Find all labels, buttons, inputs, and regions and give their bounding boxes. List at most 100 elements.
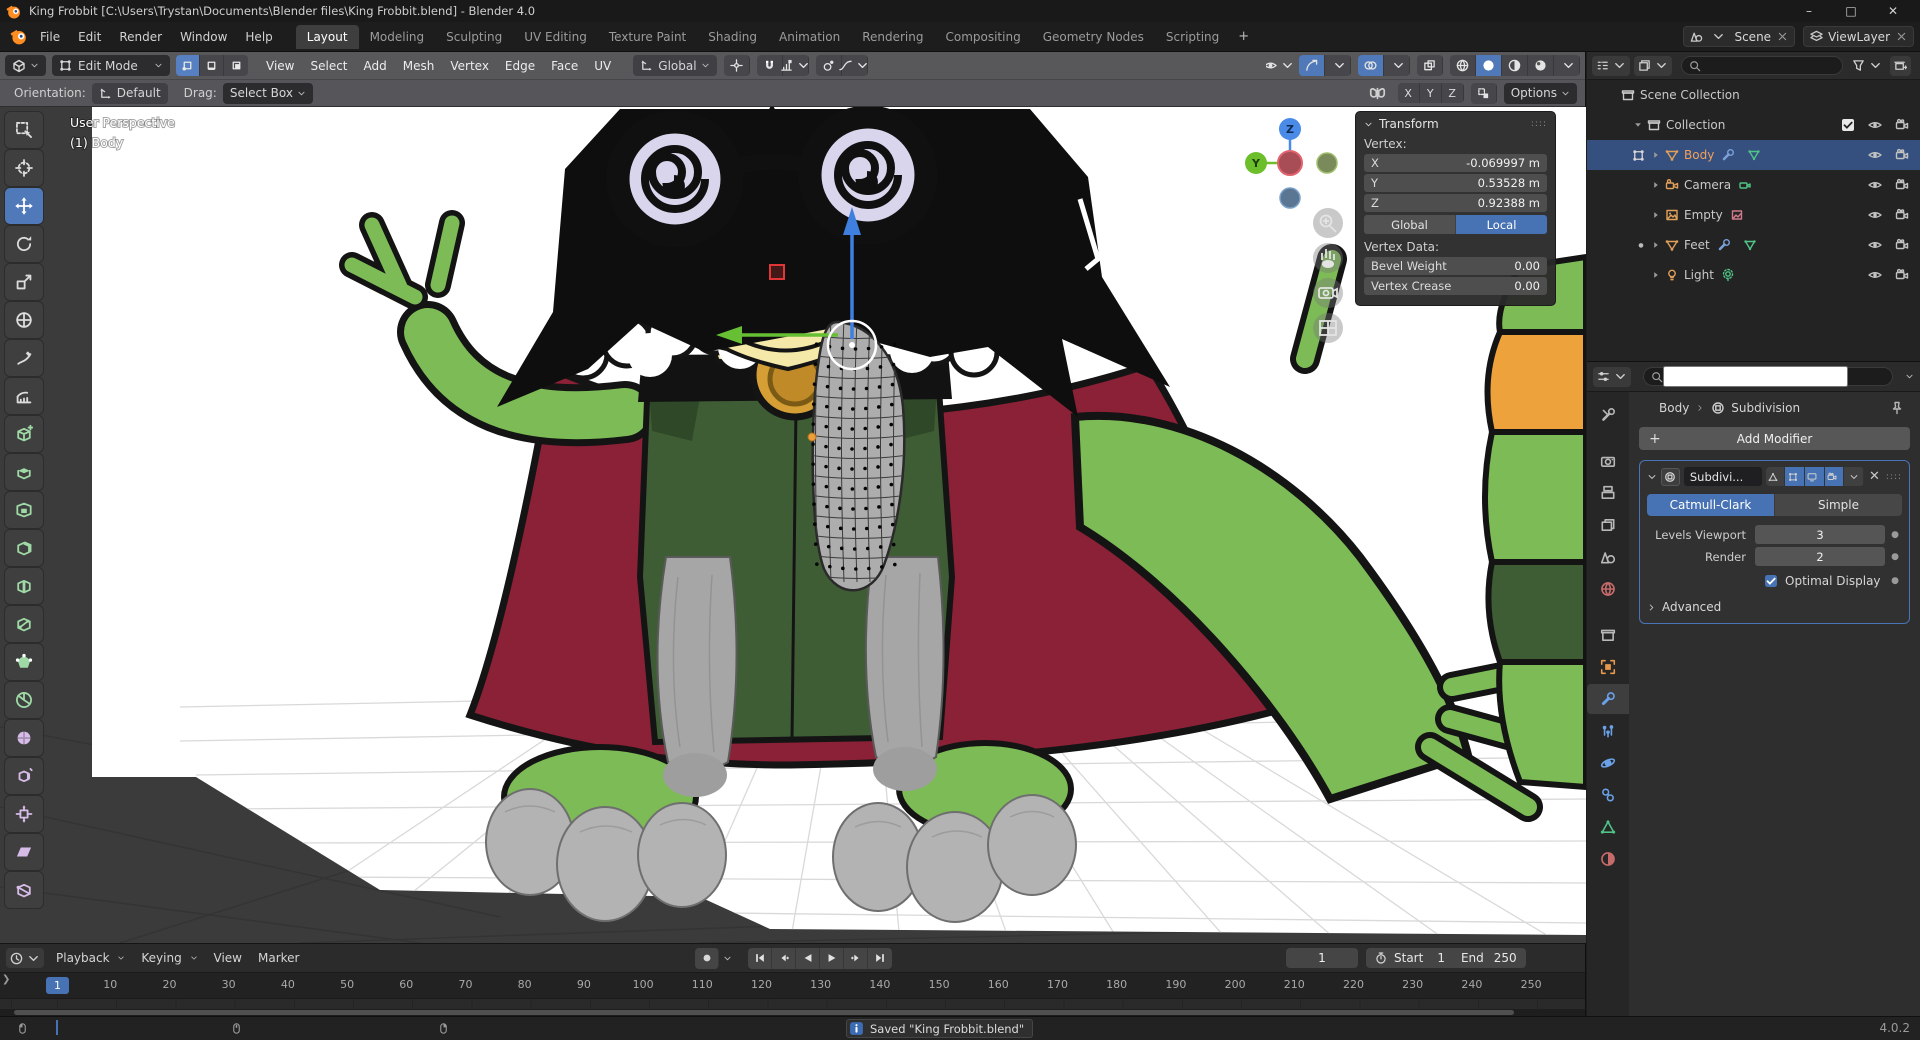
timeline-ruler[interactable]: 1 10203040506070809010011012013014015016… xyxy=(0,973,1585,999)
material-shading-button[interactable] xyxy=(1502,55,1528,76)
auto-keying-button[interactable] xyxy=(695,948,719,969)
tool-shear[interactable] xyxy=(5,834,43,870)
modifier-drag-handle[interactable]: :::: xyxy=(1886,472,1902,482)
maximize-button[interactable]: □ xyxy=(1830,0,1872,22)
tool-bevel[interactable] xyxy=(5,530,43,566)
wireframe-shading-button[interactable] xyxy=(1450,55,1476,76)
outliner-item-feet[interactable]: ●Feet xyxy=(1587,230,1920,260)
advanced-section[interactable]: Advanced xyxy=(1647,600,1902,614)
tab-shading[interactable]: Shading xyxy=(697,25,768,49)
disable-render-icon[interactable] xyxy=(1895,208,1909,222)
menu-edit[interactable]: Edit xyxy=(69,26,110,48)
properties-tab-scene[interactable] xyxy=(1587,542,1629,572)
show-in-editmode-toggle[interactable] xyxy=(1785,467,1805,486)
prev-keyframe-button[interactable] xyxy=(772,948,796,969)
view-menu[interactable]: View xyxy=(206,947,250,969)
mode-dropdown[interactable]: Edit Mode xyxy=(52,55,170,76)
outliner-item-scene-collection[interactable]: Scene Collection xyxy=(1587,80,1920,110)
panel-drag-handle[interactable]: :::: xyxy=(1531,119,1547,129)
viewport-menu-select[interactable]: Select xyxy=(302,55,355,77)
region-expand-arrow[interactable]: ❯ xyxy=(2,974,10,985)
jump-to-end-button[interactable] xyxy=(868,948,892,969)
marker-menu[interactable]: Marker xyxy=(250,947,307,969)
properties-tab-object[interactable] xyxy=(1587,652,1629,682)
collection-checkbox-icon[interactable] xyxy=(1841,118,1855,132)
properties-editor-type[interactable] xyxy=(1593,367,1631,387)
add-workspace-button[interactable]: + xyxy=(1230,25,1257,48)
local-space-button[interactable]: Local xyxy=(1456,215,1547,234)
zoom-button[interactable] xyxy=(1313,208,1343,238)
disclosure-icon[interactable] xyxy=(1651,210,1661,220)
outliner-search[interactable] xyxy=(1681,56,1843,75)
disclosure-icon[interactable] xyxy=(1651,180,1661,190)
rendered-shading-button[interactable] xyxy=(1528,55,1554,76)
viewport-menu-edge[interactable]: Edge xyxy=(497,55,543,77)
viewlayer-selector[interactable]: ViewLayer xyxy=(1803,26,1914,47)
properties-tab-data[interactable] xyxy=(1587,812,1629,842)
pan-button[interactable] xyxy=(1313,243,1343,273)
tool-knife[interactable] xyxy=(5,606,43,642)
timeline-track-area[interactable] xyxy=(0,999,1585,1009)
vertex-crease-field[interactable]: Vertex Crease0.00 xyxy=(1364,277,1547,295)
properties-tab-render[interactable] xyxy=(1587,446,1629,476)
object-type-visibility-dropdown[interactable] xyxy=(1266,55,1292,76)
timeline-editor-type[interactable] xyxy=(6,948,44,968)
properties-tab-collection[interactable] xyxy=(1587,620,1629,650)
breadcrumb-item[interactable]: Subdivision xyxy=(1731,401,1800,415)
show-on-cage-toggle[interactable] xyxy=(1766,467,1786,486)
gizmo-dropdown[interactable] xyxy=(1325,55,1351,76)
collapse-panel-icon[interactable] xyxy=(1364,120,1373,129)
properties-tab-physics[interactable] xyxy=(1587,748,1629,778)
viewport-menu-mesh[interactable]: Mesh xyxy=(395,55,443,77)
properties-tab-particles[interactable] xyxy=(1587,716,1629,746)
close-button[interactable]: ✕ xyxy=(1872,0,1914,22)
tool-extrude-region[interactable] xyxy=(5,454,43,490)
pin-icon[interactable] xyxy=(1890,401,1904,415)
disclosure-icon[interactable] xyxy=(1651,240,1661,250)
solid-shading-button[interactable] xyxy=(1476,55,1502,76)
minimize-button[interactable]: – xyxy=(1788,0,1830,22)
modifier-extras-dropdown[interactable] xyxy=(1844,467,1864,486)
chevron-down-icon[interactable] xyxy=(723,954,732,963)
disable-render-icon[interactable] xyxy=(1895,148,1909,162)
scene-selector[interactable]: Scene xyxy=(1683,26,1795,47)
face-select-button[interactable] xyxy=(224,55,248,76)
vertex-y-field[interactable]: Y0.53528 m xyxy=(1364,174,1547,192)
mirror-axis-z[interactable]: Z xyxy=(1442,83,1464,103)
pivot-dropdown[interactable] xyxy=(724,55,750,76)
tool-measure[interactable] xyxy=(5,378,43,414)
vertex-select-button[interactable] xyxy=(176,55,200,76)
tab-rendering[interactable]: Rendering xyxy=(851,25,934,49)
simple-button[interactable]: Simple xyxy=(1775,494,1902,516)
tab-compositing[interactable]: Compositing xyxy=(934,25,1031,49)
play-button[interactable] xyxy=(820,948,844,969)
tab-geometry-nodes[interactable]: Geometry Nodes xyxy=(1032,25,1155,49)
timeline-scrollbar[interactable] xyxy=(0,1009,1585,1016)
modifier-row-value[interactable]: 2 xyxy=(1755,547,1885,566)
tool-scale[interactable] xyxy=(5,264,43,300)
tool-shrink-fatten[interactable] xyxy=(5,796,43,832)
modifier-row-value[interactable]: 3 xyxy=(1755,525,1885,544)
properties-tab-constraints[interactable] xyxy=(1587,780,1629,810)
tool-smooth[interactable] xyxy=(5,720,43,756)
tool-annotate[interactable] xyxy=(5,340,43,376)
chevron-down-icon[interactable] xyxy=(1905,372,1914,381)
outliner-item-collection[interactable]: Collection xyxy=(1587,110,1920,140)
viewport-menu-add[interactable]: Add xyxy=(356,55,395,77)
menu-window[interactable]: Window xyxy=(171,26,236,48)
mirror-axis-y[interactable]: Y xyxy=(1420,83,1442,103)
hide-viewport-icon[interactable] xyxy=(1868,208,1882,222)
filter-dropdown[interactable] xyxy=(1848,56,1886,76)
show-gizmo-button[interactable] xyxy=(1299,55,1325,76)
shading-dropdown[interactable] xyxy=(1554,55,1580,76)
viewport-menu-face[interactable]: Face xyxy=(543,55,586,77)
transform-orientation-dropdown[interactable]: Global xyxy=(633,55,716,76)
tool-inset-faces[interactable] xyxy=(5,492,43,528)
properties-tab-view-layer[interactable] xyxy=(1587,510,1629,540)
properties-search[interactable] xyxy=(1643,367,1893,386)
modifier-name-field[interactable]: Subdivi... xyxy=(1684,467,1762,486)
unlink-scene-icon[interactable] xyxy=(1777,31,1788,42)
remove-viewlayer-icon[interactable] xyxy=(1896,31,1907,42)
overlays-dropdown[interactable] xyxy=(1384,55,1410,76)
snap-target-button[interactable] xyxy=(1471,83,1497,104)
